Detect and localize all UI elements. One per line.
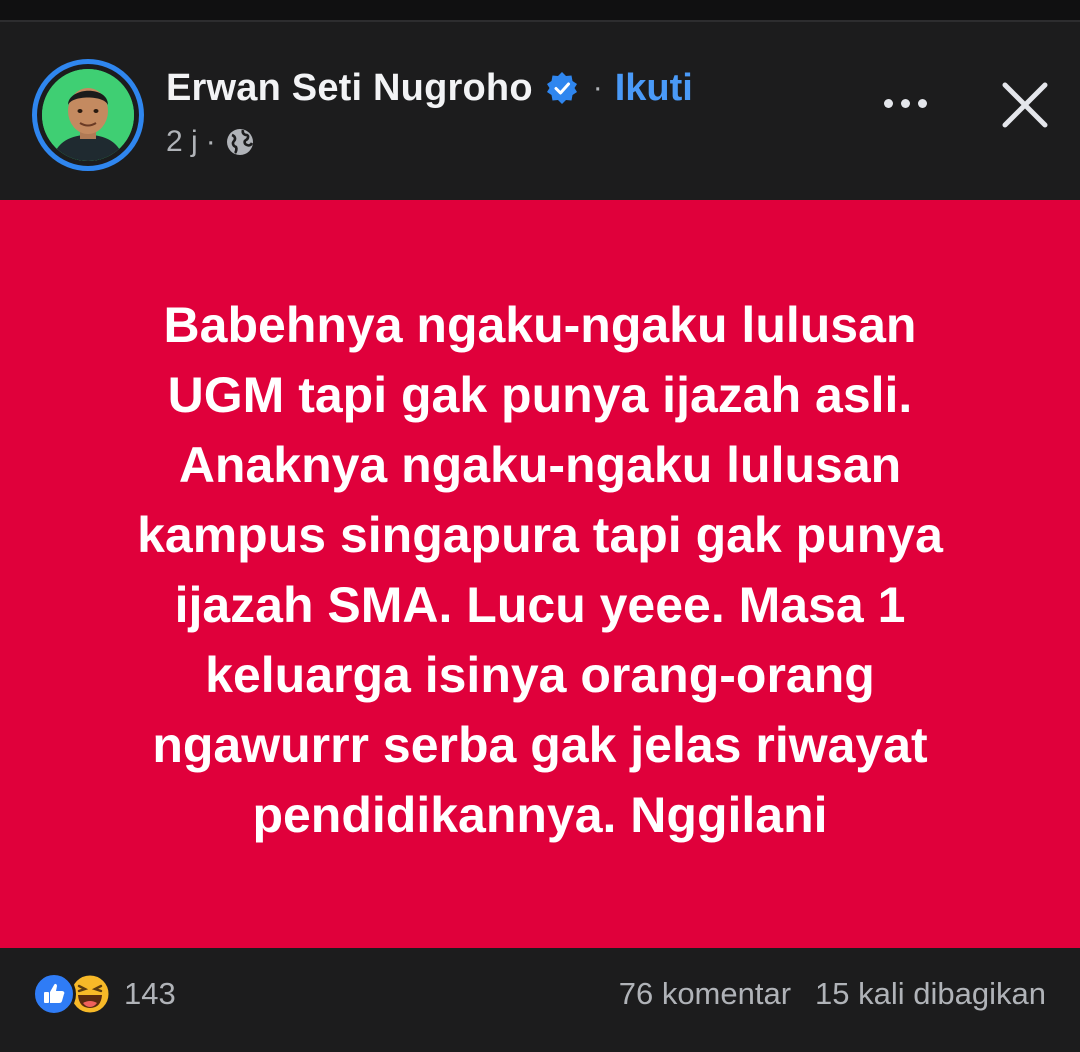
more-options-icon[interactable] (872, 78, 938, 128)
more-dot (883, 98, 893, 108)
globe-icon[interactable] (224, 126, 256, 158)
author-name[interactable]: Erwan Seti Nugroho (166, 67, 533, 110)
like-reaction-icon (32, 972, 76, 1016)
verified-badge-icon (545, 71, 579, 105)
post-footer: 143 76 komentar 15 kali dibagikan (0, 948, 1080, 1052)
name-separator: · (592, 71, 603, 104)
avatar-photo (42, 69, 134, 161)
post-header: Erwan Seti Nugroho · Ikuti 2 j · (0, 24, 1080, 200)
meta-separator: · (205, 125, 216, 158)
post-stats: 76 komentar 15 kali dibagikan (619, 976, 1046, 1012)
avatar-image (42, 69, 134, 161)
post-text: Babehnya ngaku-ngaku lulusan UGM tapi ga… (137, 297, 943, 843)
post-meta: 2 j · (166, 122, 256, 162)
reaction-count: 143 (124, 976, 176, 1011)
more-dot (917, 98, 927, 108)
status-bar-edge (0, 0, 1080, 22)
post-time[interactable]: 2 j (166, 125, 198, 159)
avatar[interactable] (32, 59, 144, 171)
author-row: Erwan Seti Nugroho · Ikuti (166, 64, 693, 112)
follow-button[interactable]: Ikuti (615, 67, 693, 110)
comments-count[interactable]: 76 komentar (619, 976, 791, 1012)
reactions-summary[interactable]: 143 (32, 972, 176, 1016)
close-icon[interactable] (994, 74, 1056, 136)
shares-count[interactable]: 15 kali dibagikan (815, 976, 1046, 1012)
more-dot (900, 98, 910, 108)
post-background: Babehnya ngaku-ngaku lulusan UGM tapi ga… (0, 200, 1080, 948)
